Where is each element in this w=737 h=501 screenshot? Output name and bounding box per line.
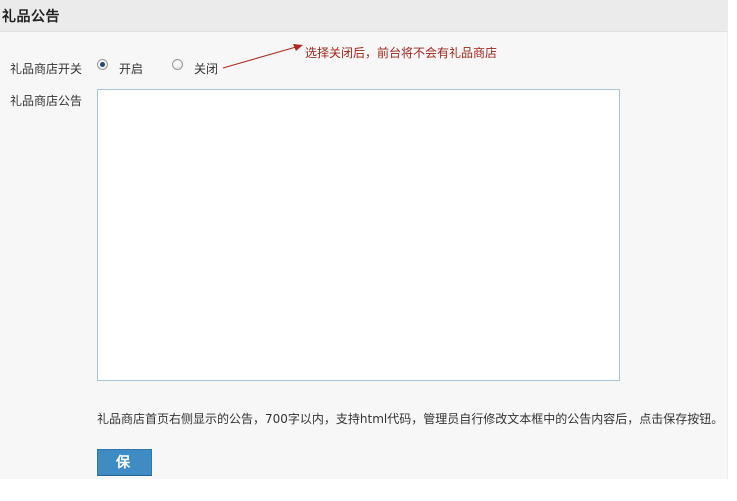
notice-textarea[interactable] [97,89,620,381]
save-button[interactable]: 保 存 [97,449,152,496]
notice-help-text: 礼品商店首页右侧显示的公告，700字以内，支持html代码，管理员自行修改文本框… [97,412,724,426]
radio-open[interactable] [97,59,108,70]
settings-panel: 礼品公告 礼品商店开关 开启 关闭 选择关闭后，前台将不会有礼品商店 礼品商店公… [0,0,728,496]
shop-switch-label: 礼品商店开关 [10,62,83,76]
radio-close-label[interactable]: 关闭 [194,60,218,77]
section-title: 礼品公告 [2,9,60,25]
radio-open-label[interactable]: 开启 [119,60,143,77]
switch-annotation: 选择关闭后，前台将不会有礼品商店 [305,46,498,60]
section-header: 礼品公告 [0,0,727,32]
radio-close[interactable] [172,59,183,70]
notice-label: 礼品商店公告 [10,94,83,108]
